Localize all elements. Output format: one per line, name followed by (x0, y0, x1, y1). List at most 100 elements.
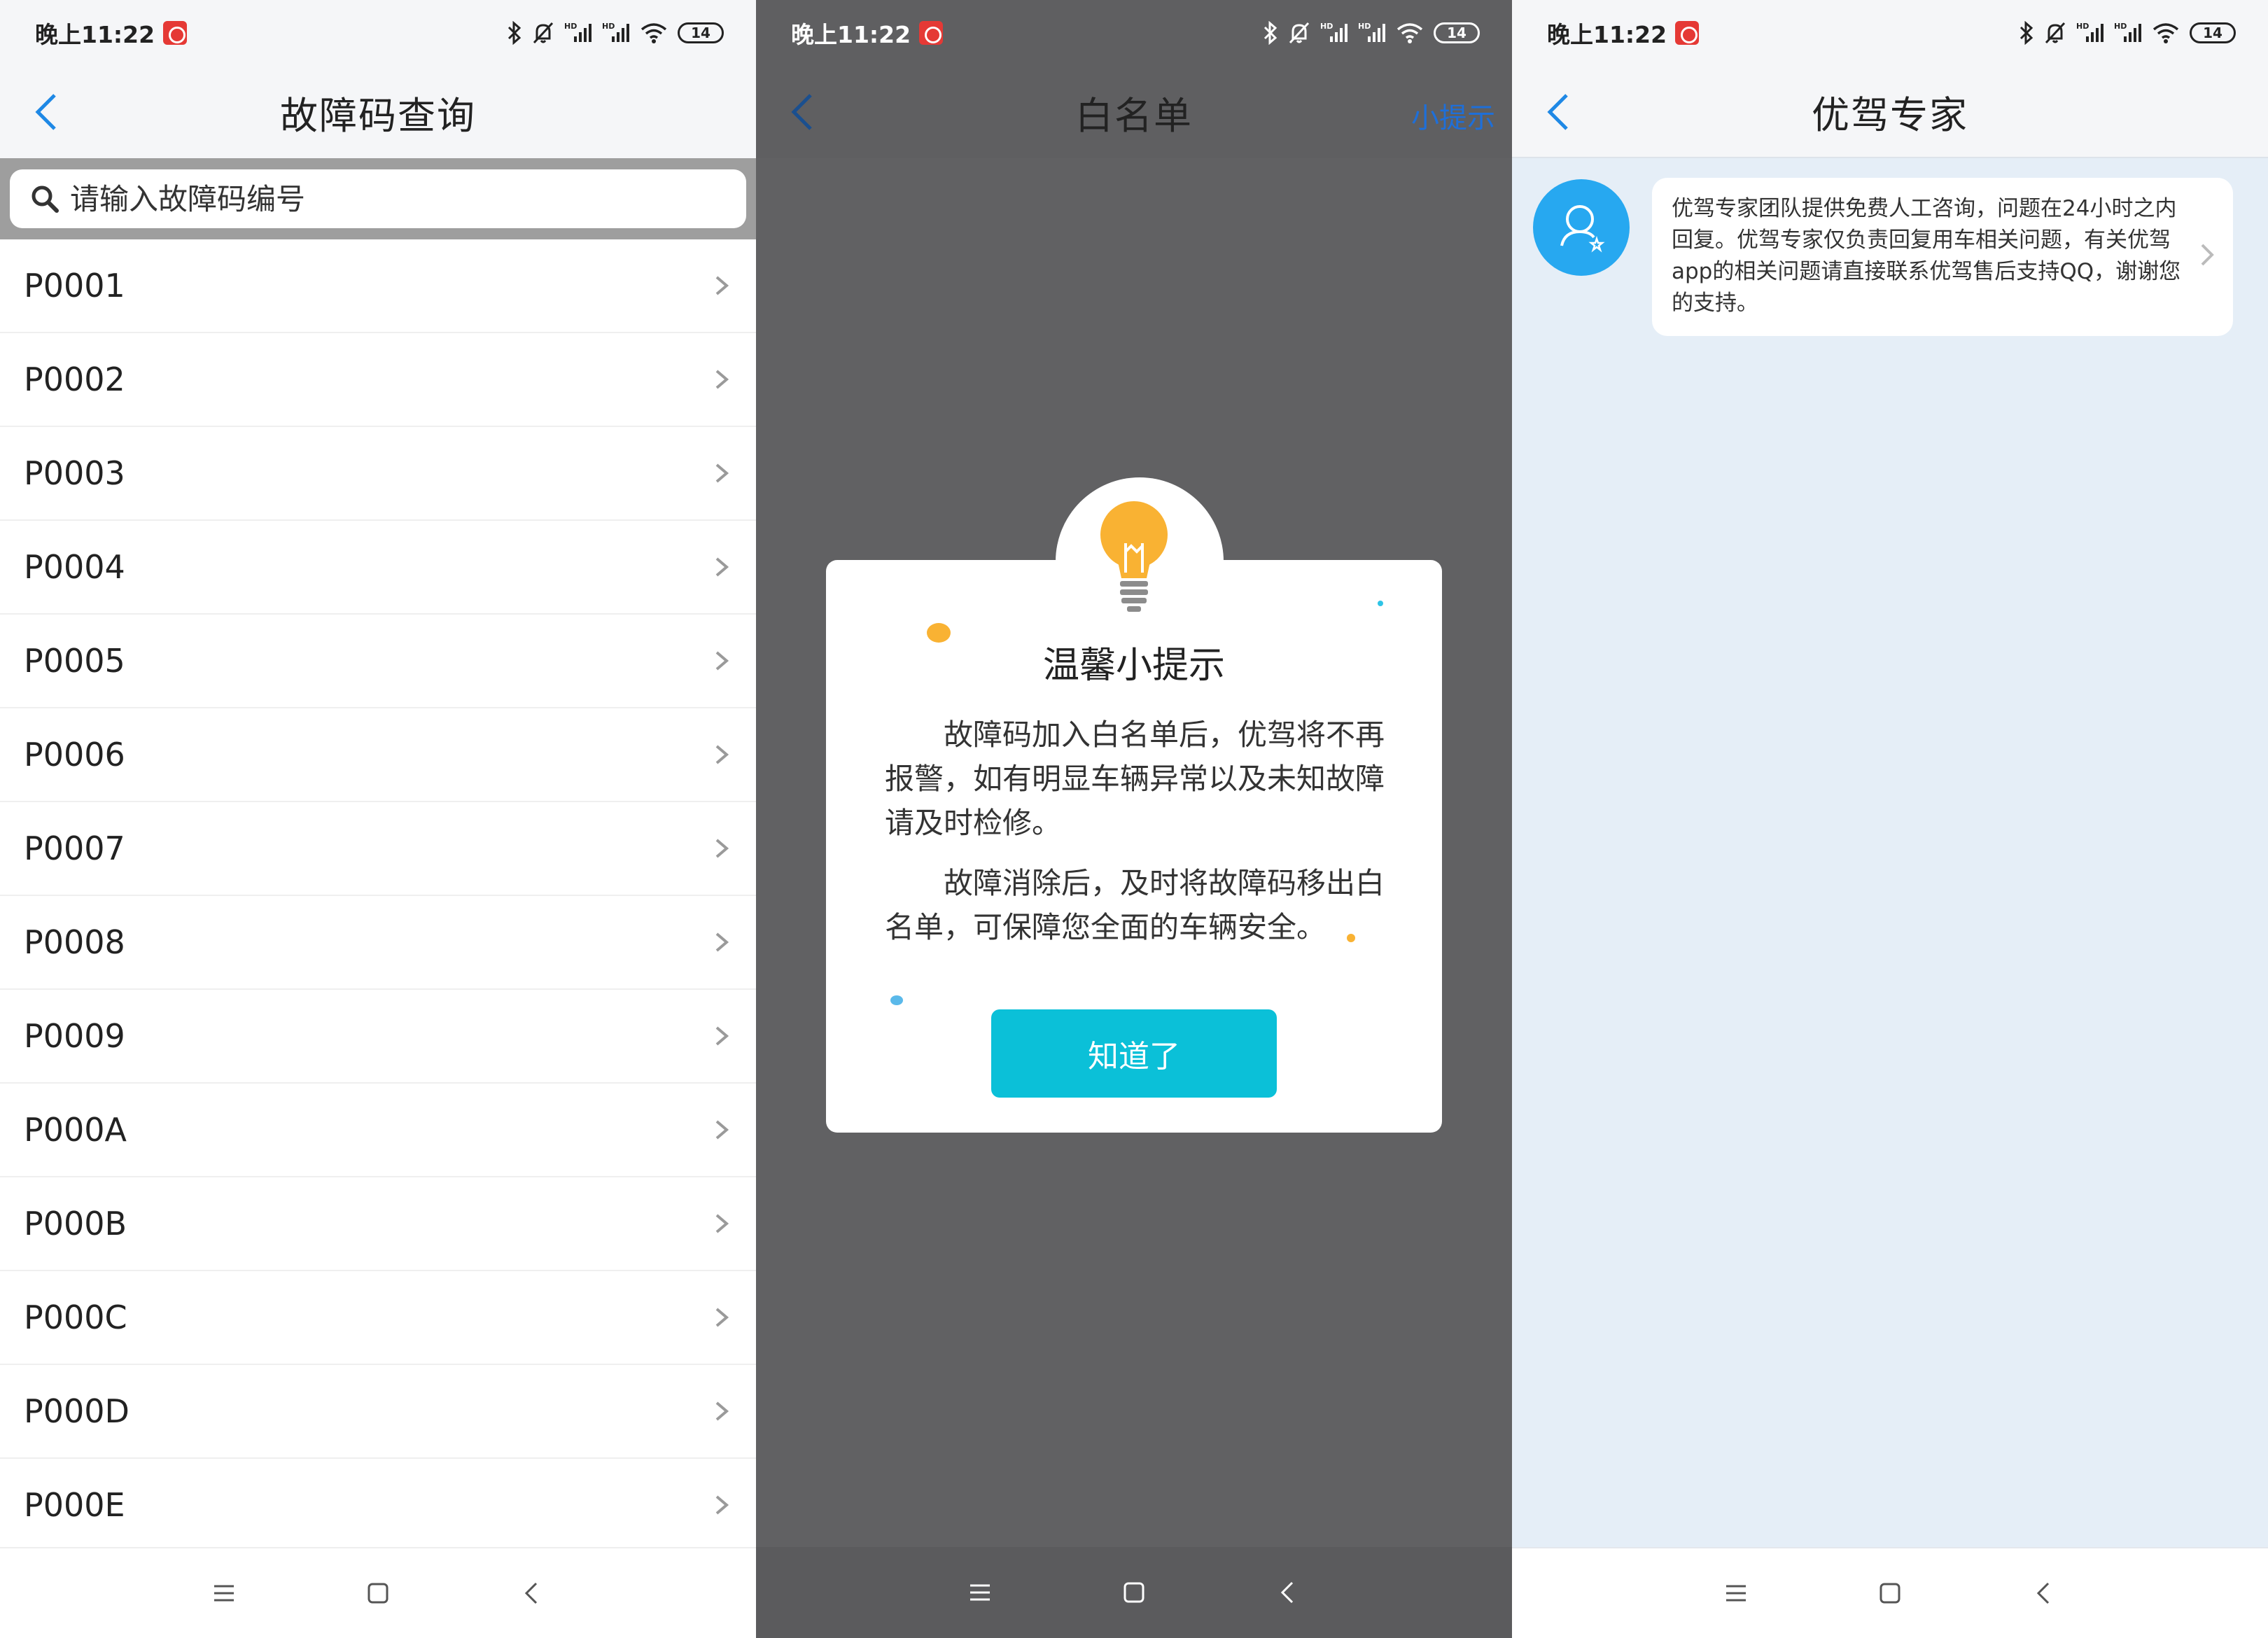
battery-indicator: 14 (678, 22, 724, 43)
signal-hd-icon-2: HD (1358, 22, 1385, 42)
screen-whitelist: 晚上11:22 HD HD 14 白名单 小提示 温馨小提示 故障码加入白名单后… (756, 0, 1512, 1638)
expert-message-bubble[interactable]: 优驾专家团队提供免费人工咨询，问题在24小时之内回复。优驾专家仅负责回复用车相关… (1652, 178, 2233, 336)
svg-text:HD: HD (1320, 22, 1333, 31)
system-nav-bar (1512, 1547, 2268, 1638)
app-header: 白名单 小提示 (756, 66, 1512, 158)
chevron-right-icon (2201, 244, 2214, 266)
fault-code-label: P0004 (24, 548, 125, 586)
back-nav-icon[interactable] (518, 1579, 546, 1607)
status-icons: HD HD 14 (507, 21, 724, 45)
chevron-right-icon (715, 370, 729, 389)
mute-bell-icon (1289, 22, 1310, 44)
fault-code-label: P000E (24, 1486, 125, 1524)
home-icon[interactable] (1876, 1579, 1904, 1607)
chevron-right-icon (715, 745, 729, 764)
bluetooth-icon (507, 21, 522, 45)
fault-code-label: P000D (24, 1392, 130, 1430)
lightbulb-icon (1100, 501, 1168, 612)
chevron-right-icon (715, 1308, 729, 1327)
fault-code-label: P0008 (24, 923, 125, 961)
signal-hd-icon: HD (2076, 22, 2104, 42)
fault-code-label: P0003 (24, 454, 125, 492)
chevron-right-icon (715, 839, 729, 858)
search-input[interactable] (70, 181, 746, 216)
svg-text:HD: HD (2076, 22, 2089, 31)
menu-icon[interactable] (1722, 1579, 1750, 1607)
fault-code-row[interactable]: P000C (0, 1271, 756, 1365)
fault-code-label: P0005 (24, 642, 125, 680)
app-notification-icon (1675, 21, 1700, 45)
wifi-icon (2152, 23, 2179, 43)
app-notification-icon (163, 21, 188, 45)
chevron-right-icon (715, 276, 729, 295)
mute-bell-icon (533, 22, 554, 44)
app-header: 故障码查询 (0, 66, 756, 158)
wifi-icon (1396, 23, 1423, 43)
system-nav-bar (756, 1547, 1512, 1638)
signal-hd-icon: HD (1320, 22, 1348, 42)
bluetooth-icon (1264, 21, 1278, 45)
bluetooth-icon (2019, 21, 2033, 45)
decor-dot-cyan (1378, 601, 1383, 606)
app-notification-icon (919, 21, 944, 45)
dialog-paragraph-1: 故障码加入白名单后，优驾将不再报警，如有明显车辆异常以及未知故障请及时检修。 (885, 718, 1385, 840)
menu-icon[interactable] (210, 1579, 238, 1607)
back-nav-icon[interactable] (1274, 1578, 1302, 1606)
home-icon[interactable] (364, 1579, 392, 1607)
fault-code-row[interactable]: P0002 (0, 333, 756, 427)
back-button[interactable] (1533, 87, 1583, 137)
fault-code-label: P000B (24, 1205, 127, 1242)
status-time: 晚上11:22 (791, 21, 911, 48)
search-bar-container (0, 158, 756, 239)
fault-code-label: P0002 (24, 360, 125, 398)
chevron-right-icon (715, 557, 729, 577)
chevron-left-icon (35, 94, 56, 130)
back-button[interactable] (777, 87, 827, 137)
back-button[interactable] (21, 87, 71, 137)
battery-indicator: 14 (1434, 22, 1480, 43)
expert-message-text: 优驾专家团队提供免费人工咨询，问题在24小时之内回复。优驾专家仅负责回复用车相关… (1672, 196, 2181, 316)
fault-code-row[interactable]: P0001 (0, 239, 756, 333)
fault-code-label: P0006 (24, 736, 125, 774)
screens-row: 晚上11:22 HD HD 14 故障码查询 P0001 P0002 P0003 (0, 0, 2268, 1638)
tip-dialog: 温馨小提示 故障码加入白名单后，优驾将不再报警，如有明显车辆异常以及未知故障请及… (826, 477, 1442, 1133)
status-time: 晚上11:22 (35, 21, 155, 48)
search-box[interactable] (10, 169, 746, 228)
fault-code-row[interactable]: P000E (0, 1459, 756, 1553)
fault-code-label: P0009 (24, 1017, 125, 1055)
fault-code-label: P0007 (24, 830, 125, 867)
page-title: 故障码查询 (280, 93, 476, 138)
svg-text:HD: HD (1358, 22, 1371, 31)
fault-code-row[interactable]: P000B (0, 1177, 756, 1271)
tips-link[interactable]: 小提示 (1411, 95, 1495, 136)
fault-code-row[interactable]: P0006 (0, 708, 756, 802)
got-it-button[interactable]: 知道了 (991, 1009, 1277, 1098)
expert-avatar-icon (1560, 205, 1605, 253)
back-nav-icon[interactable] (2030, 1579, 2058, 1607)
fault-code-row[interactable]: P0008 (0, 896, 756, 990)
fault-code-row[interactable]: P0004 (0, 521, 756, 615)
fault-code-row[interactable]: P0003 (0, 427, 756, 521)
chevron-left-icon (791, 94, 812, 130)
fault-code-row[interactable]: P0009 (0, 990, 756, 1084)
mute-bell-icon (2045, 22, 2066, 44)
signal-hd-icon-2: HD (602, 22, 629, 42)
fault-code-label: P000C (24, 1298, 127, 1336)
status-time: 晚上11:22 (1547, 21, 1667, 48)
screen-expert: 晚上11:22 HD HD 14 优驾专家 优驾专家团队提供免费人工咨询，问题在… (1512, 0, 2268, 1638)
status-bar: 晚上11:22 HD HD 14 (1512, 0, 2268, 66)
chevron-left-icon (1547, 94, 1568, 130)
signal-hd-icon: HD (564, 22, 592, 42)
home-icon[interactable] (1120, 1578, 1148, 1606)
fault-code-row[interactable]: P000A (0, 1084, 756, 1177)
fault-code-row[interactable]: P000D (0, 1365, 756, 1459)
status-icons: HD HD 14 (2019, 21, 2236, 45)
fault-code-row[interactable]: P0005 (0, 615, 756, 708)
wifi-icon (640, 23, 667, 43)
menu-icon[interactable] (966, 1578, 994, 1606)
chevron-right-icon (715, 1401, 729, 1421)
chevron-right-icon (715, 932, 729, 952)
chevron-right-icon (715, 1120, 729, 1140)
fault-code-row[interactable]: P0007 (0, 802, 756, 896)
svg-text:HD: HD (602, 22, 615, 31)
